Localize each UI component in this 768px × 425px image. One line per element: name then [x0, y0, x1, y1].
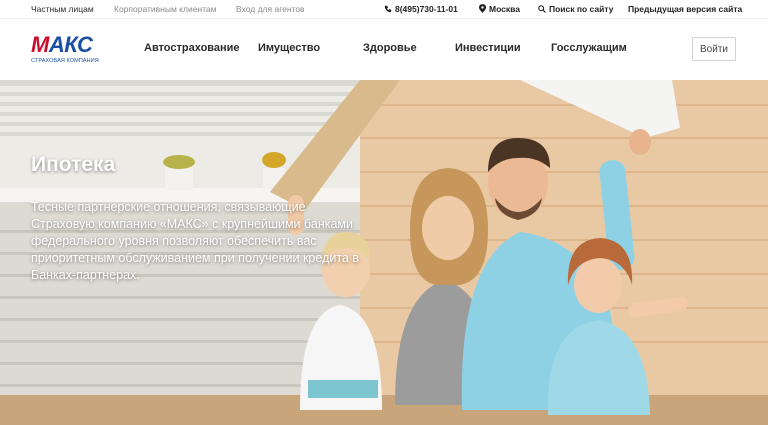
login-button[interactable]: Войти: [692, 37, 736, 61]
previous-version-link[interactable]: Предыдущая версия сайта: [628, 4, 742, 14]
city-selector[interactable]: Москва: [479, 4, 520, 14]
search-icon: [538, 5, 546, 13]
logo-subtitle: СТРАХОВАЯ КОМПАНИЯ: [31, 58, 99, 64]
nav-item-property[interactable]: Имущество: [258, 42, 320, 54]
phone-icon: [384, 5, 392, 13]
nav-item-health[interactable]: Здоровье: [363, 42, 417, 54]
main-navigation: МАКС СТРАХОВАЯ КОМПАНИЯ Автострахование …: [0, 18, 768, 80]
location-pin-icon: [479, 4, 486, 13]
link-agents-login[interactable]: Вход для агентов: [236, 4, 305, 14]
hero-banner: Ипотека Тесные партнерские отношения, св…: [0, 80, 768, 425]
nav-item-auto-insurance[interactable]: Автострахование: [144, 42, 240, 54]
top-utility-bar: Частным лицам Корпоративным клиентам Вхо…: [0, 0, 768, 18]
maks-logo[interactable]: МАКС СТРАХОВАЯ КОМПАНИЯ: [31, 32, 111, 68]
phone-number: 8(495)730-11-01: [395, 4, 458, 14]
nav-item-civil-servants[interactable]: Госслужащим: [551, 42, 627, 54]
link-corporate-clients[interactable]: Корпоративным клиентам: [114, 4, 216, 14]
wooden-floor: [0, 395, 768, 425]
hero-description: Тесные партнерские отношения, связывающи…: [31, 200, 359, 282]
logo-wordmark: МАКС: [31, 32, 93, 57]
hero-content: Ипотека Тесные партнерские отношения, св…: [31, 153, 361, 284]
hero-title: Ипотека: [31, 153, 116, 176]
link-private-clients[interactable]: Частным лицам: [31, 4, 94, 14]
nav-item-investments[interactable]: Инвестиции: [455, 42, 521, 54]
site-search-link[interactable]: Поиск по сайту: [538, 4, 613, 14]
phone-link[interactable]: 8(495)730-11-01: [384, 4, 458, 14]
search-label: Поиск по сайту: [549, 4, 614, 14]
city-name: Москва: [489, 4, 520, 14]
